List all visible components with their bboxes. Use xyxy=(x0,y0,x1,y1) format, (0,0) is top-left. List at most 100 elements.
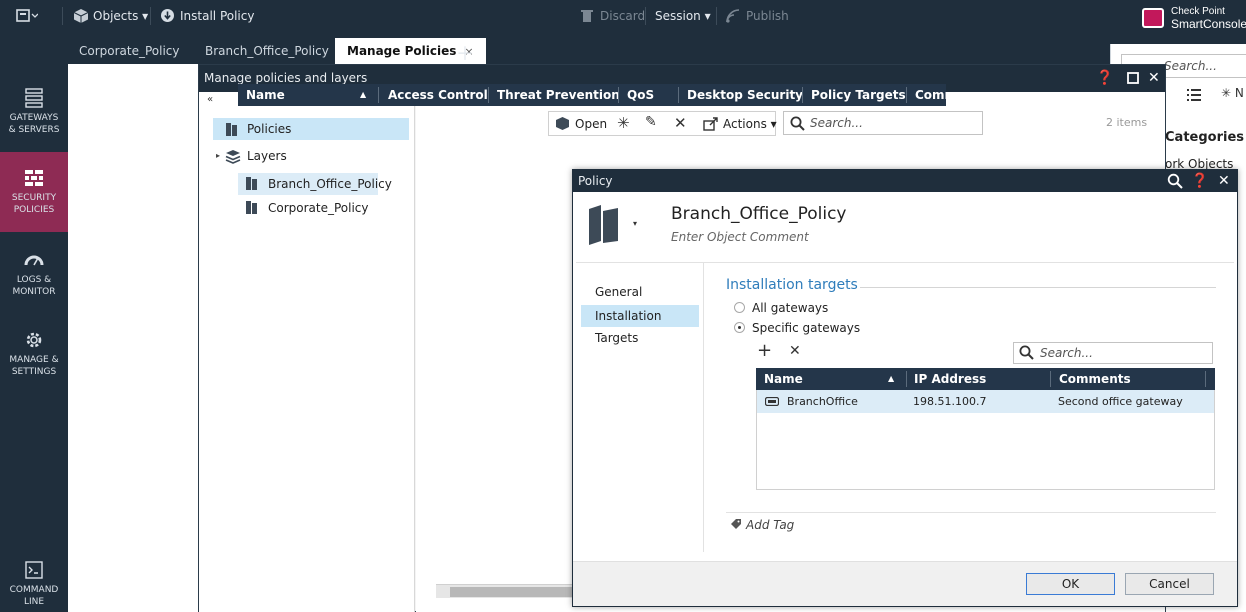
help-icon[interactable]: ❓ xyxy=(1096,65,1113,92)
nav-manage-settings[interactable]: MANAGE & SETTINGS xyxy=(0,330,68,378)
horizontal-scrollbar[interactable] xyxy=(436,584,574,598)
toolbar-separator xyxy=(150,7,151,25)
policy-row[interactable]: Corporate_Policy xyxy=(238,197,378,219)
actions-menu-button[interactable]: Actions ▾ xyxy=(723,117,777,131)
session-menu-button[interactable]: Session ▾ xyxy=(655,0,711,32)
checkpoint-logo: Check Point SmartConsole xyxy=(1142,6,1246,31)
nav-logs-monitor[interactable]: LOGS & MONITOR xyxy=(0,250,68,298)
all-gateways-radio[interactable] xyxy=(734,302,745,313)
nav-general[interactable]: General xyxy=(581,281,699,303)
firewall-icon xyxy=(25,170,43,186)
all-gateways-label[interactable]: All gateways xyxy=(752,301,828,315)
tree-item-policies[interactable]: Policies xyxy=(213,118,409,140)
gateway-icon xyxy=(765,397,779,406)
search-icon xyxy=(1019,345,1034,360)
remove-x-icon[interactable]: ✕ xyxy=(789,343,801,359)
publish-button[interactable]: Publish xyxy=(746,0,789,32)
close-icon[interactable]: ✕ xyxy=(1148,65,1160,92)
col-comments[interactable]: Comments xyxy=(1059,368,1131,390)
search-icon[interactable] xyxy=(1167,173,1183,189)
items-count: 2 items xyxy=(1106,116,1148,129)
policy-dialog: Policy ❓ ✕ ▾ Branch_Office_Policy Enter … xyxy=(572,169,1238,607)
search-icon xyxy=(790,116,805,131)
toolbar-separator xyxy=(62,7,63,25)
help-icon[interactable]: ❓ xyxy=(1191,170,1208,192)
publish-icon xyxy=(726,9,740,23)
tab-branch-office-policy[interactable]: Branch_Office_Policy xyxy=(193,38,341,64)
specific-gateways-label[interactable]: Specific gateways xyxy=(752,321,860,335)
server-icon xyxy=(25,88,43,108)
gear-icon xyxy=(26,332,42,348)
new-object-button[interactable]: ✳ N xyxy=(1221,86,1244,100)
specific-gateways-radio[interactable] xyxy=(734,322,745,333)
gateways-search-input[interactable]: Search... xyxy=(1013,342,1213,364)
app-menu-icon[interactable] xyxy=(16,9,38,23)
add-plus-icon[interactable]: + xyxy=(757,340,772,361)
expand-arrow-icon[interactable]: ▸ xyxy=(216,145,220,167)
policy-dialog-body: ▾ Branch_Office_Policy Enter Object Comm… xyxy=(576,192,1234,561)
col-name[interactable]: Name xyxy=(764,368,803,390)
ok-button[interactable]: OK xyxy=(1026,573,1115,595)
edit-pencil-icon[interactable]: ✎ xyxy=(645,114,657,130)
policy-dialog-footer: OK Cancel xyxy=(573,561,1237,606)
installation-targets-heading: Installation targets xyxy=(726,277,858,293)
tree-item-layers[interactable]: ▸ Layers xyxy=(213,145,409,167)
col-policy-targets[interactable]: Policy Targets xyxy=(811,84,906,106)
sort-asc-icon: ▲ xyxy=(360,90,367,99)
manage-search-input[interactable]: Search... xyxy=(783,111,983,135)
policy-book-icon xyxy=(246,201,257,214)
col-threat-prevention[interactable]: Threat Prevention xyxy=(497,84,620,106)
targets-grid-header: Name ▲ IP Address Comments xyxy=(756,368,1215,390)
toolbar-separator xyxy=(716,7,717,25)
col-desktop-security[interactable]: Desktop Security xyxy=(687,84,803,106)
objects-cube-icon xyxy=(73,9,89,23)
nav-security-policies[interactable]: SECURITY POLICIES xyxy=(0,152,68,232)
delete-icon[interactable]: ✕ xyxy=(674,114,687,132)
sort-asc-icon: ▲ xyxy=(888,374,895,383)
policies-tree-panel: « Policies ▸ Layers xyxy=(199,92,415,612)
gauge-icon xyxy=(24,255,44,266)
terminal-icon xyxy=(25,561,43,579)
policy-book-icon xyxy=(226,123,237,136)
actions-export-icon xyxy=(703,117,718,131)
policies-grid-header: Name ▲ Access Control Threat Prevention … xyxy=(238,84,946,106)
install-policy-icon xyxy=(161,9,174,22)
targets-grid-body: BranchOffice 198.51.100.7 Second office … xyxy=(756,390,1215,490)
object-comment-field[interactable]: Enter Object Comment xyxy=(671,230,809,244)
nav-command-line[interactable]: COMMAND LINE xyxy=(0,560,68,608)
open-button[interactable]: Open xyxy=(575,117,607,131)
nav-installation-targets[interactable]: Installation Targets xyxy=(581,305,699,345)
new-star-icon[interactable]: ✳ xyxy=(617,114,630,132)
cancel-button[interactable]: Cancel xyxy=(1125,573,1214,595)
col-ip-address[interactable]: IP Address xyxy=(914,368,986,390)
close-icon[interactable]: ✕ xyxy=(1218,170,1230,192)
install-policy-button[interactable]: Install Policy xyxy=(180,0,254,32)
col-name[interactable]: Name xyxy=(246,84,285,106)
categories-heading: Categories xyxy=(1165,130,1245,145)
policy-name-field[interactable]: Branch_Office_Policy xyxy=(671,204,847,224)
list-view-icon[interactable] xyxy=(1187,88,1201,102)
trash-icon xyxy=(581,10,593,22)
new-tab-plus-icon[interactable]: ＋ xyxy=(456,40,474,66)
tag-icon xyxy=(731,519,741,529)
layers-icon xyxy=(225,150,241,164)
add-tag-link[interactable]: Add Tag xyxy=(746,518,794,532)
maximize-icon[interactable] xyxy=(1127,72,1139,84)
policy-workspace-background xyxy=(68,64,200,612)
chevron-down-icon[interactable]: ▾ xyxy=(633,219,637,228)
discard-button[interactable]: Discard xyxy=(600,0,645,32)
table-row[interactable]: BranchOffice 198.51.100.7 Second office … xyxy=(757,390,1214,413)
left-navigation: GATEWAYS & SERVERS SECURITY POLICIES LOG… xyxy=(0,64,68,612)
tab-corporate-policy[interactable]: Corporate_Policy xyxy=(67,38,192,64)
policy-book-large-icon[interactable] xyxy=(586,205,628,245)
objects-menu-button[interactable]: Objects ▾ xyxy=(93,0,148,32)
policy-dialog-titlebar: Policy ❓ ✕ xyxy=(573,170,1237,192)
col-comments[interactable]: Comm xyxy=(915,84,946,106)
nav-gateways-servers[interactable]: GATEWAYS & SERVERS xyxy=(0,88,68,136)
collapse-panel-icon[interactable]: « xyxy=(207,94,213,105)
open-book-icon xyxy=(556,117,569,130)
col-access-control[interactable]: Access Control xyxy=(388,84,488,106)
col-qos[interactable]: QoS xyxy=(627,84,654,106)
policy-row[interactable]: Branch_Office_Policy xyxy=(238,173,392,195)
policy-book-icon xyxy=(246,177,257,190)
